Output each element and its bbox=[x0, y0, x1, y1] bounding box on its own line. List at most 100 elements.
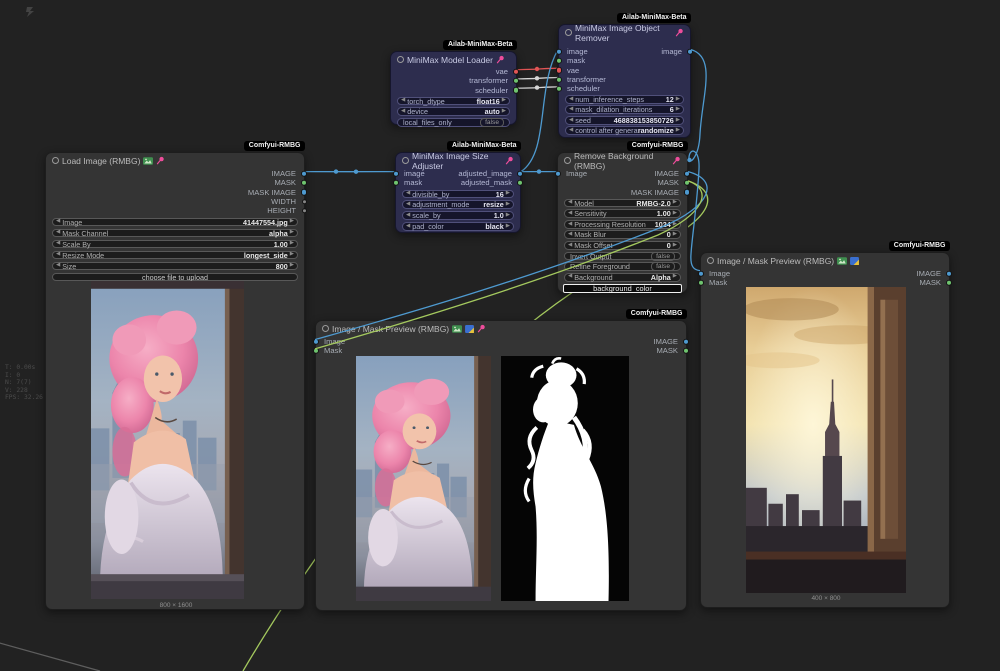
input-slot-scheduler[interactable] bbox=[556, 86, 563, 93]
output-slot-mask-image[interactable] bbox=[684, 189, 691, 196]
node-title-bar[interactable]: MiniMax Model Loader bbox=[391, 52, 516, 66]
increment-arrow-icon[interactable]: ▶ bbox=[290, 241, 294, 247]
node-minimax-image-size-adjuster[interactable]: Ailab-MiniMax-Beta MiniMax Image Size Ad… bbox=[395, 152, 521, 233]
collapse-dot[interactable] bbox=[707, 257, 714, 264]
decrement-arrow-icon[interactable]: ◀ bbox=[56, 263, 60, 269]
input-slot-mask[interactable] bbox=[698, 280, 705, 287]
node-title-bar[interactable]: Image / Mask Preview (RMBG) bbox=[316, 321, 686, 335]
collapse-dot[interactable] bbox=[397, 56, 404, 63]
decrement-arrow-icon[interactable]: ◀ bbox=[568, 243, 572, 249]
increment-arrow-icon[interactable]: ▶ bbox=[290, 230, 294, 236]
input-slot-image[interactable] bbox=[313, 338, 320, 345]
increment-arrow-icon[interactable]: ▶ bbox=[502, 109, 506, 115]
increment-arrow-icon[interactable]: ▶ bbox=[676, 107, 680, 113]
decrement-arrow-icon[interactable]: ◀ bbox=[569, 107, 573, 113]
output-slot-mask[interactable] bbox=[683, 348, 690, 355]
collapse-dot[interactable] bbox=[564, 157, 571, 164]
input-slot-image[interactable] bbox=[393, 170, 400, 177]
input-slot-mask[interactable] bbox=[556, 58, 563, 65]
widget-divisible-by[interactable]: ◀divisible_by16▶ bbox=[402, 190, 514, 199]
widget-size[interactable]: ◀Size800▶ bbox=[52, 262, 298, 271]
node-remove-background[interactable]: Comfyui-RMBG Remove Background (RMBG) Im… bbox=[557, 152, 688, 293]
widget-sensitivity[interactable]: ◀Sensitivity1.00▶ bbox=[564, 209, 681, 218]
decrement-arrow-icon[interactable]: ◀ bbox=[56, 219, 60, 225]
input-slot-image[interactable] bbox=[698, 270, 705, 277]
increment-arrow-icon[interactable]: ▶ bbox=[290, 219, 294, 225]
node-title-bar[interactable]: Load Image (RMBG) bbox=[46, 153, 304, 167]
widget-device[interactable]: ◀deviceauto▶ bbox=[397, 107, 510, 116]
increment-arrow-icon[interactable]: ▶ bbox=[673, 243, 677, 249]
app-logo-icon[interactable] bbox=[24, 6, 36, 18]
output-slot-vae[interactable] bbox=[513, 68, 520, 75]
decrement-arrow-icon[interactable]: ◀ bbox=[56, 252, 60, 258]
output-slot-adjusted-image[interactable] bbox=[517, 170, 524, 177]
output-slot-mask-image[interactable] bbox=[301, 189, 308, 196]
increment-arrow-icon[interactable]: ▶ bbox=[506, 191, 510, 197]
input-slot-mask[interactable] bbox=[313, 348, 320, 355]
increment-arrow-icon[interactable]: ▶ bbox=[673, 232, 677, 238]
decrement-arrow-icon[interactable]: ◀ bbox=[406, 191, 410, 197]
decrement-arrow-icon[interactable]: ◀ bbox=[401, 98, 405, 104]
widget-mask-blur[interactable]: ◀Mask Blur0▶ bbox=[564, 230, 681, 239]
increment-arrow-icon[interactable]: ▶ bbox=[506, 224, 510, 230]
widget-mask-channel[interactable]: ◀Mask Channelalpha▶ bbox=[52, 229, 298, 238]
widget-torch-dtype[interactable]: ◀torch_dtypefloat16▶ bbox=[397, 97, 510, 106]
node-title-bar[interactable]: Image / Mask Preview (RMBG) bbox=[701, 253, 949, 267]
collapse-dot[interactable] bbox=[402, 157, 409, 164]
increment-arrow-icon[interactable]: ▶ bbox=[502, 98, 506, 104]
output-slot-mask[interactable] bbox=[301, 180, 308, 187]
increment-arrow-icon[interactable]: ▶ bbox=[673, 211, 677, 217]
increment-arrow-icon[interactable]: ▶ bbox=[676, 118, 680, 124]
increment-arrow-icon[interactable]: ▶ bbox=[673, 200, 677, 206]
decrement-arrow-icon[interactable]: ◀ bbox=[401, 109, 405, 115]
increment-arrow-icon[interactable]: ▶ bbox=[673, 222, 677, 228]
input-slot-transformer[interactable] bbox=[556, 76, 563, 83]
output-slot-height[interactable] bbox=[302, 208, 308, 214]
widget-model[interactable]: ◀ModelRMBG-2.0▶ bbox=[564, 199, 681, 208]
node-image-mask-preview-center[interactable]: Comfyui-RMBG Image / Mask Preview (RMBG)… bbox=[315, 320, 687, 611]
increment-arrow-icon[interactable]: ▶ bbox=[676, 97, 680, 103]
collapse-dot[interactable] bbox=[52, 157, 59, 164]
widget-seed[interactable]: ◀seed468838153850726▶ bbox=[565, 116, 684, 125]
output-slot-scheduler[interactable] bbox=[513, 87, 520, 94]
node-minimax-model-loader[interactable]: Ailab-MiniMax-Beta MiniMax Model Loader … bbox=[390, 51, 517, 125]
input-slot-image[interactable] bbox=[555, 170, 562, 177]
widget-background[interactable]: ◀BackgroundAlpha▶ bbox=[564, 273, 681, 282]
widget-pad-color[interactable]: ◀pad_colorblack▶ bbox=[402, 222, 514, 231]
increment-arrow-icon[interactable]: ▶ bbox=[506, 202, 510, 208]
decrement-arrow-icon[interactable]: ◀ bbox=[406, 202, 410, 208]
output-slot-image[interactable] bbox=[946, 270, 953, 277]
output-slot-image[interactable] bbox=[683, 338, 690, 345]
input-slot-vae[interactable] bbox=[556, 67, 563, 74]
decrement-arrow-icon[interactable]: ◀ bbox=[56, 241, 60, 247]
increment-arrow-icon[interactable]: ▶ bbox=[290, 263, 294, 269]
widget-local-files-only[interactable]: local_files_onlyfalse bbox=[397, 118, 510, 127]
widget-control-after-generate[interactable]: ◀control after generaterandomize▶ bbox=[565, 126, 684, 135]
output-slot-mask[interactable] bbox=[684, 180, 691, 187]
node-title-bar[interactable]: MiniMax Image Size Adjuster bbox=[396, 153, 520, 167]
collapse-dot[interactable] bbox=[322, 325, 329, 332]
increment-arrow-icon[interactable]: ▶ bbox=[290, 252, 294, 258]
decrement-arrow-icon[interactable]: ◀ bbox=[406, 224, 410, 230]
output-slot-transformer[interactable] bbox=[513, 78, 520, 85]
widget-refine-foreground[interactable]: Refine Foregroundfalse bbox=[564, 262, 681, 271]
widget-scale-by[interactable]: ◀Scale By1.00▶ bbox=[52, 240, 298, 249]
input-slot-mask[interactable] bbox=[393, 180, 400, 187]
output-slot-adjusted-mask[interactable] bbox=[517, 180, 524, 187]
output-slot-image[interactable] bbox=[301, 170, 308, 177]
output-slot-image[interactable] bbox=[684, 170, 691, 177]
collapse-dot[interactable] bbox=[565, 29, 572, 36]
increment-arrow-icon[interactable]: ▶ bbox=[676, 128, 680, 134]
widget-mask-offset[interactable]: ◀Mask Offset0▶ bbox=[564, 241, 681, 250]
widget-scale-by[interactable]: ◀scale_by1.0▶ bbox=[402, 211, 514, 220]
increment-arrow-icon[interactable]: ▶ bbox=[673, 274, 677, 280]
node-load-image[interactable]: Comfyui-RMBG Load Image (RMBG) IMAGE MAS… bbox=[45, 152, 305, 610]
widget-image[interactable]: ◀Image41447554.jpg▶ bbox=[52, 218, 298, 227]
node-minimax-image-object-remover[interactable]: Ailab-MiniMax-Beta MiniMax Image Object … bbox=[558, 24, 691, 138]
output-slot-width[interactable] bbox=[302, 199, 308, 205]
input-slot-image[interactable] bbox=[556, 48, 563, 55]
output-slot-mask[interactable] bbox=[946, 280, 953, 287]
widget-mask-dilation-iterations[interactable]: ◀mask_dilation_iterations6▶ bbox=[565, 105, 684, 114]
output-slot-image[interactable] bbox=[687, 48, 694, 55]
node-image-mask-preview-right[interactable]: Comfyui-RMBG Image / Mask Preview (RMBG)… bbox=[700, 252, 950, 608]
